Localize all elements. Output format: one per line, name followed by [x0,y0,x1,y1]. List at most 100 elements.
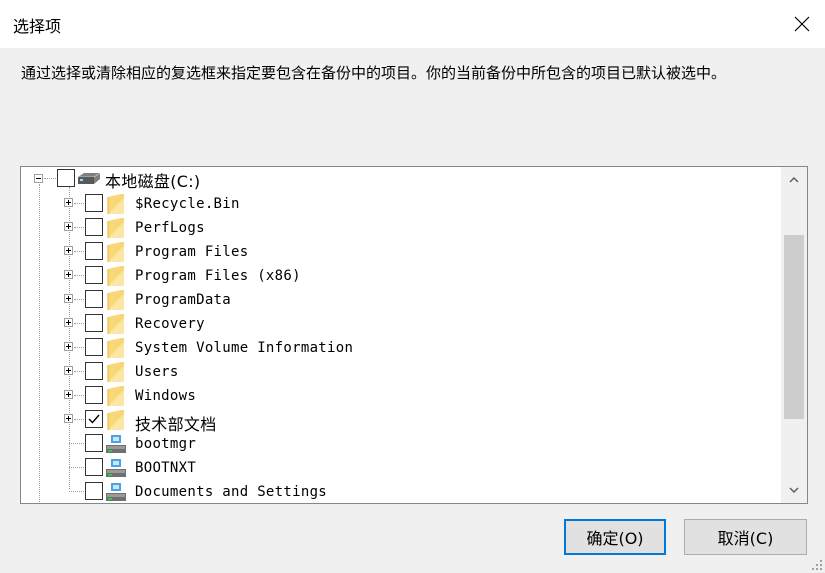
folder-icon [107,266,124,286]
folder-icon [107,218,124,238]
tree-item-label: 技术部文档 [135,415,217,434]
scroll-thumb[interactable] [784,235,804,419]
item-checkbox[interactable] [85,362,103,380]
plus-icon [66,392,71,397]
tree-item-label: $Recycle.Bin [135,196,240,212]
close-button[interactable] [779,0,825,48]
expand-toggle[interactable] [64,246,73,255]
folder-icon [107,362,124,382]
chevron-up-icon [789,177,799,183]
item-checkbox[interactable] [85,242,103,260]
expand-toggle[interactable] [64,270,73,279]
folder-icon-wrapper [107,313,125,335]
item-checkbox[interactable] [85,314,103,332]
close-icon [794,16,810,32]
cancel-button[interactable]: 取消(C) [684,519,807,555]
drive-icon [78,172,101,184]
folder-icon [107,338,124,358]
expand-toggle[interactable] [64,198,73,207]
root-collapse-toggle[interactable] [34,174,43,183]
plus-icon [66,416,71,421]
item-checkbox[interactable] [85,386,103,404]
tree-item-label: PerfLogs [135,220,205,236]
system-file-icon [106,435,126,453]
checkmark-icon [88,414,100,424]
expand-toggle[interactable] [64,318,73,327]
folder-tree[interactable]: 本地磁盘(C:) $Recycle.Bin PerfLogs Program Fil… [20,166,808,504]
item-checkbox[interactable] [85,458,103,476]
item-checkbox[interactable] [85,218,103,236]
tree-item-label: System Volume Information [135,340,354,356]
expand-toggle[interactable] [64,390,73,399]
plus-icon [66,248,71,253]
root-checkbox[interactable] [57,169,75,187]
item-checkbox[interactable] [85,194,103,212]
system-file-icon [106,483,126,501]
plus-icon [66,320,71,325]
plus-icon [66,344,71,349]
tree-connector [74,227,84,228]
tree-connector [74,323,84,324]
tree-item-label: BOOTNXT [135,460,197,476]
tree-connector [44,178,56,179]
item-checkbox[interactable] [85,338,103,356]
tree-connector [74,395,84,396]
folder-icon-wrapper [107,265,125,287]
folder-icon-wrapper [107,409,125,431]
tree-connector [74,251,84,252]
expand-toggle[interactable] [64,366,73,375]
file-icon-wrapper [105,434,127,454]
expand-toggle[interactable] [64,222,73,231]
tree-connector [74,299,84,300]
tree-item-label: Documents and Settings [135,484,328,500]
folder-icon [107,194,124,214]
plus-icon [66,296,71,301]
tree-connector [74,347,84,348]
tree-item-label: Windows [135,388,197,404]
item-checkbox[interactable] [85,434,103,452]
tree-item-label: Recovery [135,316,205,332]
folder-icon-wrapper [107,217,125,239]
folder-icon-wrapper [107,289,125,311]
chevron-down-icon [789,487,799,493]
expand-toggle[interactable] [64,342,73,351]
item-checkbox[interactable] [85,410,103,428]
resize-grip-icon[interactable] [811,559,823,571]
root-label: 本地磁盘(C:) [105,172,201,191]
plus-icon [66,272,71,277]
system-file-icon [106,459,126,477]
ok-button[interactable]: 确定(O) [564,519,666,555]
tree-content: 本地磁盘(C:) $Recycle.Bin PerfLogs Program Fil… [21,167,781,503]
file-icon-wrapper [105,482,127,502]
folder-icon [107,242,124,262]
item-checkbox[interactable] [85,290,103,308]
item-checkbox[interactable] [85,482,103,500]
tree-connector [69,443,84,444]
instruction-text: 通过选择或清除相应的复选框来指定要包含在备份中的项目。你的当前备份中所包含的项目… [21,64,727,82]
folder-icon [107,290,124,310]
tree-connector [69,491,84,492]
item-checkbox[interactable] [85,266,103,284]
folder-icon [107,386,124,406]
expand-toggle[interactable] [64,414,73,423]
minus-icon [36,178,41,179]
plus-icon [66,368,71,373]
folder-icon [107,314,124,334]
scroll-down-button[interactable] [781,477,807,503]
tree-item-label: Program Files [135,244,249,260]
expand-toggle[interactable] [64,294,73,303]
folder-icon [107,410,124,430]
scroll-up-button[interactable] [781,167,807,193]
tree-connector [69,467,84,468]
tree-connector-vertical [39,184,40,503]
file-icon-wrapper [105,458,127,478]
vertical-scrollbar[interactable] [781,167,807,503]
dialog-title: 选择项 [13,17,62,36]
tree-item-label: ProgramData [135,292,232,308]
title-bar: 选择项 [0,0,825,48]
tree-item-label: bootmgr [135,436,197,452]
folder-icon-wrapper [107,241,125,263]
tree-connector [74,203,84,204]
tree-item-label: Program Files (x86) [135,268,301,284]
tree-item-label: Users [135,364,179,380]
